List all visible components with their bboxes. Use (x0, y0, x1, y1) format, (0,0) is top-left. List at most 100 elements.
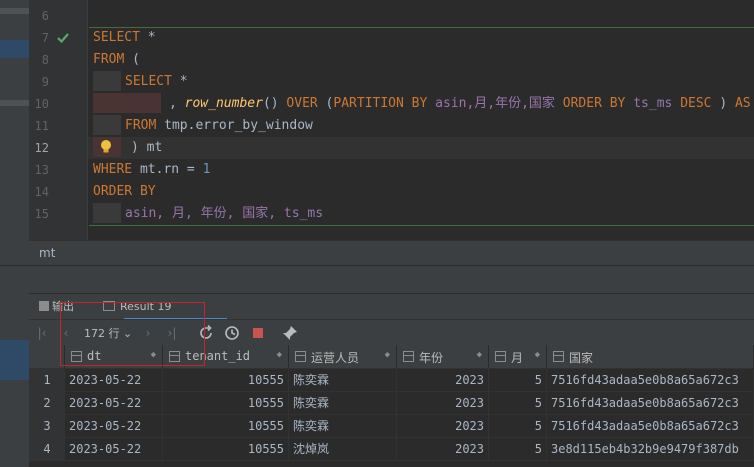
stop-icon[interactable] (249, 324, 267, 342)
line-number: 15 (34, 207, 49, 221)
keyword: OVER (286, 96, 318, 111)
code-line-11[interactable]: FROM tmp.error_by_window (93, 115, 313, 137)
column-header-label: 月 (511, 351, 524, 365)
line-number: 9 (41, 75, 49, 89)
table-cell[interactable]: 2023 (397, 369, 489, 392)
keyword: PARTITION BY (333, 96, 428, 111)
table-cell[interactable]: 7516fd43adaa5e0b8a65a672c3 (547, 415, 754, 438)
table-cell[interactable]: 2023 (397, 438, 489, 461)
row-number[interactable]: 1 (29, 369, 65, 392)
column-header-month[interactable]: 月 ◆ (489, 345, 547, 369)
code-line-14[interactable]: ORDER BY (93, 181, 156, 203)
table-cell[interactable]: 10555 (163, 392, 289, 415)
column-header-label: 年份 (419, 351, 444, 365)
column-header-operator[interactable]: 运营人员 ◆ (289, 345, 397, 369)
code-text: * (139, 30, 156, 45)
line-number: 14 (34, 185, 49, 199)
row-number[interactable]: 3 (29, 415, 65, 438)
project-selection-highlight (0, 40, 29, 58)
table-cell[interactable]: 沈焯岚 (289, 438, 397, 461)
code-line-12[interactable]: ) mt (93, 137, 162, 159)
sort-icon[interactable]: ◆ (385, 350, 390, 360)
column-icon (403, 351, 414, 362)
table-cell[interactable]: 5 (489, 369, 547, 392)
project-selection-highlight (0, 340, 29, 380)
line-number: 10 (34, 97, 49, 111)
strip-marker (0, 8, 29, 14)
breadcrumb: mt (29, 240, 754, 265)
table-cell[interactable]: 2023 (397, 415, 489, 438)
table-cell[interactable]: 2023 (397, 392, 489, 415)
number-literal: 1 (202, 162, 211, 177)
column-icon (295, 351, 306, 362)
checkmark-icon[interactable] (56, 31, 70, 45)
first-page-icon[interactable]: |‹ (33, 324, 51, 342)
column-header-year[interactable]: 年份 ◆ (397, 345, 489, 369)
line-number: 11 (34, 119, 49, 133)
keyword: WHERE (93, 162, 133, 177)
table-cell[interactable]: 2023-05-22 (65, 392, 163, 415)
code-text: () (262, 96, 287, 111)
table-cell[interactable]: 2023-05-22 (65, 369, 163, 392)
code-text: ( (317, 96, 334, 111)
column-header-label: 运营人员 (311, 351, 360, 365)
table-cell[interactable]: 7516fd43adaa5e0b8a65a672c3 (547, 369, 754, 392)
table-cell[interactable]: 10555 (163, 369, 289, 392)
table-cell[interactable]: 10555 (163, 415, 289, 438)
panel-spacer (0, 265, 754, 294)
output-icon (39, 301, 49, 311)
code-text: tmp.error_by_window (156, 118, 313, 133)
table-cell[interactable]: 3e8d115eb4b32b9e9479f387db (547, 438, 754, 461)
column-header-country[interactable]: 国家 (547, 345, 754, 369)
table-cell[interactable]: 5 (489, 415, 547, 438)
highlight-annotation-box (60, 302, 205, 366)
keyword: SELECT (125, 74, 172, 89)
function-name: row_number (184, 96, 263, 111)
line-number: 6 (41, 9, 49, 23)
keyword: ORDER BY (93, 184, 156, 199)
current-line-number: 12 (34, 141, 49, 155)
indent-guide (93, 137, 121, 157)
table-cell[interactable]: 5 (489, 438, 547, 461)
table-cell[interactable]: 陈奕霖 (289, 369, 397, 392)
code-line-10[interactable]: , row_number() OVER (PARTITION BY asin,月… (93, 93, 751, 115)
row-number[interactable]: 4 (29, 438, 65, 461)
column-icon (495, 351, 506, 362)
code-line-9[interactable]: SELECT * (93, 71, 188, 93)
code-line-7[interactable]: SELECT * (93, 27, 156, 49)
sort-icon[interactable]: ◆ (535, 350, 540, 360)
code-text: , (169, 96, 185, 111)
sort-icon[interactable]: ◆ (277, 350, 282, 360)
sort-icon[interactable]: ◆ (477, 350, 482, 360)
line-number: 13 (34, 163, 49, 177)
code-text: ( (124, 52, 140, 67)
table-cell[interactable]: 7516fd43adaa5e0b8a65a672c3 (547, 392, 754, 415)
left-tool-strip (0, 0, 30, 467)
code-line-13[interactable]: WHERE mt.rn = 1 (93, 159, 210, 181)
indent-guide (93, 71, 121, 91)
table-cell[interactable]: 10555 (163, 438, 289, 461)
indent-guide (93, 115, 121, 135)
history-icon[interactable] (223, 324, 241, 342)
keyword: DESC (680, 96, 712, 111)
breadcrumb-item[interactable]: mt (39, 246, 55, 260)
lightbulb-icon[interactable] (99, 139, 113, 155)
keyword: FROM (93, 52, 125, 67)
keyword: AS (734, 96, 751, 111)
row-number[interactable]: 2 (29, 392, 65, 415)
strip-marker (0, 100, 29, 106)
pin-icon[interactable] (281, 324, 299, 342)
indent-guide (93, 203, 121, 223)
code-line-15[interactable]: asin, 月, 年份, 国家, ts_ms (93, 203, 323, 225)
code-text: * (171, 74, 188, 89)
table-cell[interactable]: 2023-05-22 (65, 438, 163, 461)
code-text: mt.rn = (132, 162, 203, 177)
code-line-8[interactable]: FROM ( (93, 49, 140, 71)
table-cell[interactable]: 5 (489, 392, 547, 415)
table-cell[interactable]: 陈奕霖 (289, 392, 397, 415)
keyword: FROM (125, 118, 157, 133)
sql-editor[interactable]: 6 7 8 9 10 11 12 13 14 15 SELECT * FROM … (29, 0, 754, 240)
table-cell[interactable]: 2023-05-22 (65, 415, 163, 438)
table-cell[interactable]: 陈奕霖 (289, 415, 397, 438)
column-header-label: 国家 (569, 351, 594, 365)
